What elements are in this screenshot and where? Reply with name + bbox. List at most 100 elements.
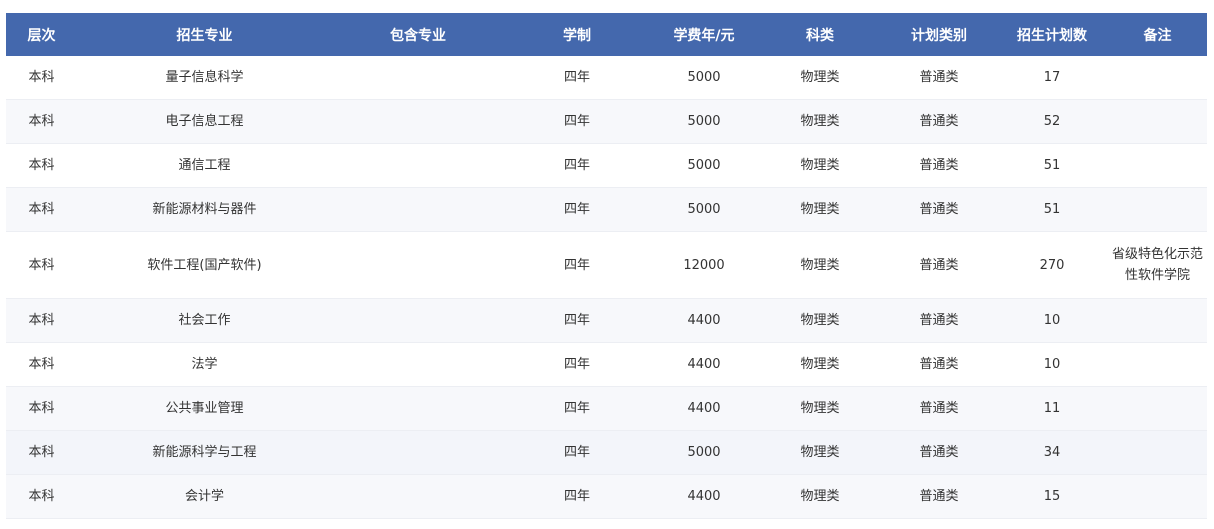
cell-plan-count: 34 (996, 430, 1108, 475)
cell-category: 物理类 (758, 474, 882, 519)
table-row: 本科 软件工程(国产软件) 四年 12000 物理类 普通类 270 省级特色化… (6, 231, 1207, 299)
cell-plan-type: 普通类 (882, 187, 996, 232)
cell-major: 量子信息科学 (77, 56, 332, 100)
cell-plan-type: 普通类 (882, 56, 996, 100)
cell-remark (1108, 56, 1207, 100)
cell-category: 物理类 (758, 298, 882, 343)
cell-category: 物理类 (758, 187, 882, 232)
cell-tuition: 5000 (650, 143, 758, 188)
admissions-plan-table-container: 层次 招生专业 包含专业 学制 学费年/元 科类 计划类别 招生计划数 备注 本… (6, 13, 1207, 519)
cell-major: 社会工作 (77, 298, 332, 343)
table-row: 本科 通信工程 四年 5000 物理类 普通类 51 (6, 143, 1207, 188)
cell-includes (332, 143, 504, 188)
cell-category: 物理类 (758, 342, 882, 387)
cell-includes (332, 56, 504, 100)
cell-plan-count: 10 (996, 342, 1108, 387)
cell-level: 本科 (6, 430, 77, 475)
cell-level: 本科 (6, 99, 77, 144)
cell-plan-type: 普通类 (882, 99, 996, 144)
cell-category: 物理类 (758, 430, 882, 475)
cell-major: 软件工程(国产软件) (77, 231, 332, 299)
cell-tuition: 5000 (650, 99, 758, 144)
cell-major: 法学 (77, 342, 332, 387)
header-duration: 学制 (504, 13, 650, 56)
cell-category: 物理类 (758, 56, 882, 100)
cell-duration: 四年 (504, 386, 650, 431)
cell-plan-type: 普通类 (882, 231, 996, 299)
cell-level: 本科 (6, 56, 77, 100)
cell-includes (332, 342, 504, 387)
header-remark: 备注 (1108, 13, 1207, 56)
cell-tuition: 5000 (650, 187, 758, 232)
table-row: 本科 法学 四年 4400 物理类 普通类 10 (6, 342, 1207, 387)
cell-tuition: 5000 (650, 430, 758, 475)
table-row: 本科 电子信息工程 四年 5000 物理类 普通类 52 (6, 99, 1207, 144)
cell-remark (1108, 99, 1207, 144)
cell-includes (332, 99, 504, 144)
cell-tuition: 12000 (650, 231, 758, 299)
cell-plan-count: 52 (996, 99, 1108, 144)
cell-tuition: 4400 (650, 474, 758, 519)
cell-level: 本科 (6, 474, 77, 519)
cell-duration: 四年 (504, 430, 650, 475)
cell-duration: 四年 (504, 187, 650, 232)
header-level: 层次 (6, 13, 77, 56)
table-row: 本科 新能源材料与器件 四年 5000 物理类 普通类 51 (6, 187, 1207, 232)
cell-plan-type: 普通类 (882, 474, 996, 519)
header-tuition: 学费年/元 (650, 13, 758, 56)
cell-plan-type: 普通类 (882, 386, 996, 431)
cell-plan-count: 10 (996, 298, 1108, 343)
cell-level: 本科 (6, 342, 77, 387)
cell-plan-count: 51 (996, 143, 1108, 188)
cell-remark (1108, 187, 1207, 232)
cell-major: 新能源材料与器件 (77, 187, 332, 232)
header-plan-count: 招生计划数 (996, 13, 1108, 56)
cell-major: 电子信息工程 (77, 99, 332, 144)
cell-includes (332, 187, 504, 232)
cell-remark: 省级特色化示范性软件学院 (1108, 231, 1207, 299)
header-major: 招生专业 (77, 13, 332, 56)
cell-level: 本科 (6, 386, 77, 431)
cell-level: 本科 (6, 298, 77, 343)
cell-remark (1108, 386, 1207, 431)
cell-duration: 四年 (504, 56, 650, 100)
cell-duration: 四年 (504, 231, 650, 299)
cell-major: 公共事业管理 (77, 386, 332, 431)
cell-category: 物理类 (758, 231, 882, 299)
cell-remark (1108, 143, 1207, 188)
cell-duration: 四年 (504, 298, 650, 343)
cell-plan-count: 11 (996, 386, 1108, 431)
table-row: 本科 会计学 四年 4400 物理类 普通类 15 (6, 474, 1207, 519)
cell-plan-type: 普通类 (882, 143, 996, 188)
cell-tuition: 4400 (650, 298, 758, 343)
header-plan-type: 计划类别 (882, 13, 996, 56)
table-row: 本科 公共事业管理 四年 4400 物理类 普通类 11 (6, 386, 1207, 431)
cell-plan-count: 51 (996, 187, 1108, 232)
cell-level: 本科 (6, 187, 77, 232)
table-row: 本科 社会工作 四年 4400 物理类 普通类 10 (6, 298, 1207, 343)
table-row: 本科 新能源科学与工程 四年 5000 物理类 普通类 34 (6, 430, 1207, 475)
cell-level: 本科 (6, 143, 77, 188)
cell-level: 本科 (6, 231, 77, 299)
cell-tuition: 4400 (650, 386, 758, 431)
cell-remark (1108, 430, 1207, 475)
cell-duration: 四年 (504, 474, 650, 519)
cell-major: 会计学 (77, 474, 332, 519)
cell-includes (332, 430, 504, 475)
cell-duration: 四年 (504, 342, 650, 387)
cell-includes (332, 231, 504, 299)
cell-category: 物理类 (758, 143, 882, 188)
table-header-row: 层次 招生专业 包含专业 学制 学费年/元 科类 计划类别 招生计划数 备注 (6, 13, 1207, 56)
cell-plan-count: 15 (996, 474, 1108, 519)
cell-tuition: 5000 (650, 56, 758, 100)
header-category: 科类 (758, 13, 882, 56)
cell-major: 通信工程 (77, 143, 332, 188)
cell-category: 物理类 (758, 386, 882, 431)
admissions-plan-table: 层次 招生专业 包含专业 学制 学费年/元 科类 计划类别 招生计划数 备注 本… (6, 13, 1207, 519)
cell-plan-count: 17 (996, 56, 1108, 100)
cell-includes (332, 474, 504, 519)
cell-duration: 四年 (504, 99, 650, 144)
cell-remark (1108, 474, 1207, 519)
cell-major: 新能源科学与工程 (77, 430, 332, 475)
cell-plan-type: 普通类 (882, 298, 996, 343)
